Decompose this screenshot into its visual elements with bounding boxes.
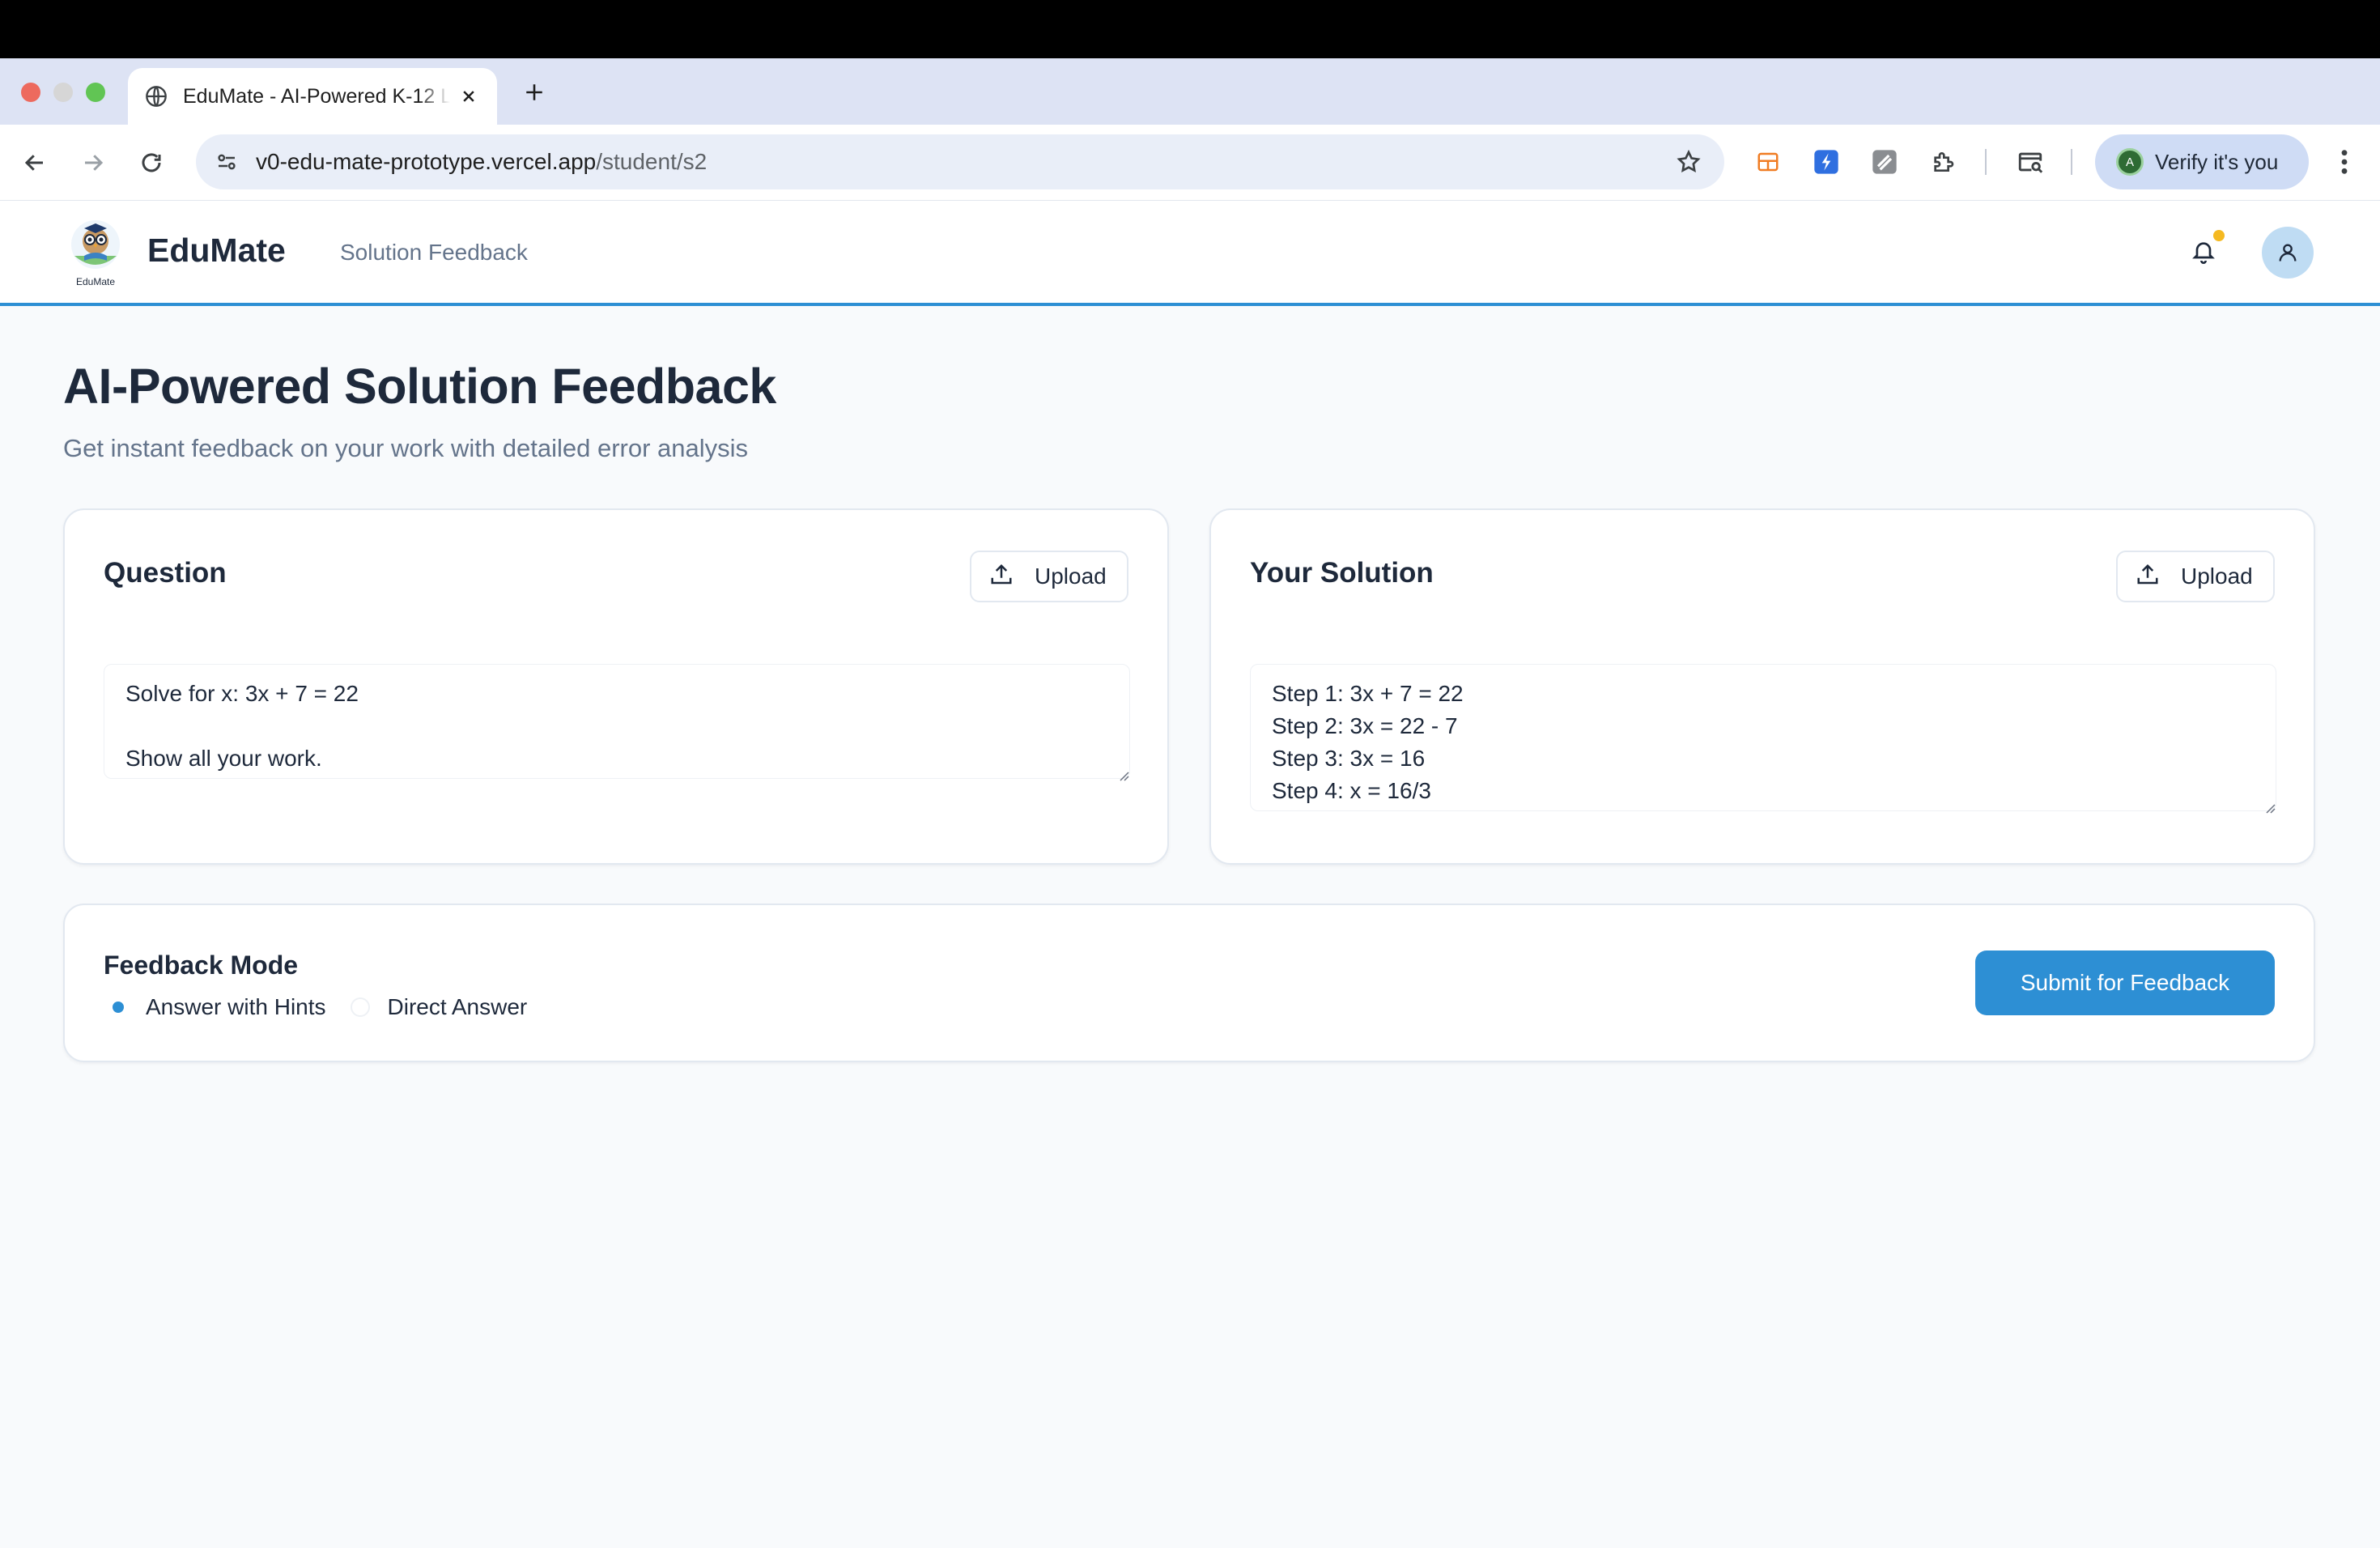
back-arrow-icon[interactable] bbox=[16, 144, 53, 181]
brand-name[interactable]: EduMate bbox=[147, 232, 286, 270]
url-path: /student/s2 bbox=[596, 149, 708, 174]
extension-icon[interactable] bbox=[1868, 146, 1901, 178]
site-settings-icon[interactable] bbox=[209, 144, 244, 180]
page-subtitle: Get instant feedback on your work with d… bbox=[63, 434, 749, 462]
nav-link-solution-feedback[interactable]: Solution Feedback bbox=[340, 240, 528, 266]
toolbar-separator bbox=[1985, 149, 1987, 175]
upload-label: Upload bbox=[1035, 563, 1107, 589]
radio-label-answer-with-hints[interactable]: Answer with Hints bbox=[146, 994, 326, 1020]
app-header: EduMate EduMate Solution Feedback bbox=[0, 201, 2380, 306]
window-minimize-button[interactable] bbox=[53, 83, 73, 102]
upload-icon bbox=[2136, 563, 2160, 591]
more-vert-icon[interactable] bbox=[2328, 146, 2361, 178]
solution-card: Your Solution Upload Step 1: 3x + 7 = 22… bbox=[1209, 508, 2315, 865]
question-upload-button[interactable]: Upload bbox=[970, 551, 1128, 602]
radio-answer-with-hints[interactable] bbox=[108, 997, 128, 1017]
solution-upload-button[interactable]: Upload bbox=[2116, 551, 2275, 602]
feedback-mode-radio-group: Answer with Hints Direct Answer bbox=[108, 994, 551, 1020]
screen-top-bar bbox=[0, 0, 2380, 58]
user-icon[interactable] bbox=[2262, 227, 2314, 279]
address-bar[interactable]: v0-edu-mate-prototype.vercel.app/student… bbox=[196, 134, 1724, 189]
radio-direct-answer[interactable] bbox=[350, 997, 370, 1017]
extension-icon[interactable] bbox=[1752, 146, 1784, 178]
star-icon[interactable] bbox=[1671, 144, 1706, 180]
url-host: v0-edu-mate-prototype.vercel.app bbox=[256, 149, 597, 174]
upload-label: Upload bbox=[2181, 563, 2253, 589]
solution-card-title: Your Solution bbox=[1250, 557, 1434, 589]
forward-arrow-icon[interactable] bbox=[74, 144, 112, 181]
feedback-mode-title: Feedback Mode bbox=[104, 950, 299, 980]
profile-verify-button[interactable]: A Verify it's you bbox=[2095, 134, 2309, 189]
logo-caption: EduMate bbox=[76, 276, 115, 287]
window-close-button[interactable] bbox=[21, 83, 40, 102]
browser-tab-active[interactable]: EduMate - AI-Powered K-12 Learning bbox=[128, 68, 497, 125]
resize-handle[interactable] bbox=[1117, 769, 1130, 782]
question-textarea[interactable]: Solve for x: 3x + 7 = 22 Show all your w… bbox=[104, 664, 1130, 779]
upload-icon bbox=[989, 563, 1014, 591]
window-maximize-button[interactable] bbox=[86, 83, 105, 102]
search-tab-icon[interactable] bbox=[2014, 146, 2046, 178]
toolbar-separator bbox=[2071, 149, 2072, 175]
extension-icon[interactable] bbox=[1810, 146, 1842, 178]
url-text: v0-edu-mate-prototype.vercel.app/student… bbox=[256, 149, 707, 175]
reload-icon[interactable] bbox=[133, 144, 170, 181]
feedback-mode-card: Feedback Mode Answer with Hints Direct A… bbox=[63, 904, 2315, 1062]
resize-handle[interactable] bbox=[2263, 802, 2276, 814]
profile-avatar: A bbox=[2116, 148, 2144, 176]
radio-label-direct-answer[interactable]: Direct Answer bbox=[388, 994, 528, 1020]
profile-verify-label: Verify it's you bbox=[2155, 149, 2279, 174]
question-card: Question Upload Solve for x: 3x + 7 = 22… bbox=[63, 508, 1169, 865]
edumate-logo[interactable]: EduMate bbox=[65, 217, 126, 288]
tab-title: EduMate - AI-Powered K-12 Learning bbox=[183, 84, 450, 108]
page-title: AI-Powered Solution Feedback bbox=[63, 359, 776, 414]
notification-dot bbox=[2213, 230, 2225, 241]
puzzle-icon[interactable] bbox=[1927, 146, 1959, 178]
close-icon[interactable] bbox=[457, 84, 481, 108]
submit-for-feedback-button[interactable]: Submit for Feedback bbox=[1975, 950, 2275, 1015]
solution-textarea[interactable]: Step 1: 3x + 7 = 22 Step 2: 3x = 22 - 7 … bbox=[1250, 664, 2276, 811]
globe-icon bbox=[144, 84, 168, 108]
question-card-title: Question bbox=[104, 557, 227, 589]
plus-icon[interactable] bbox=[518, 76, 550, 108]
